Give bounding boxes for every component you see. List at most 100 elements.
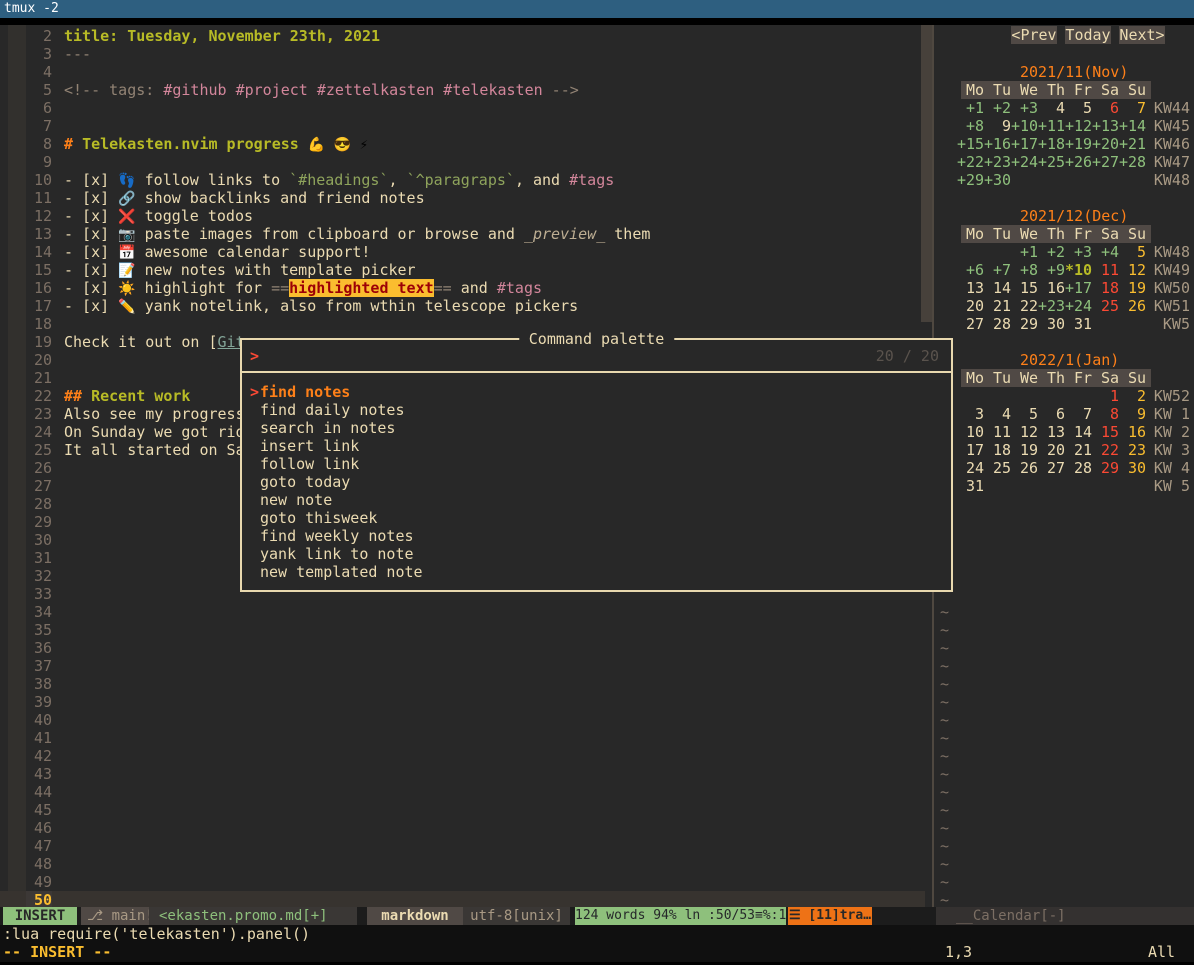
editor-line[interactable]: 45 <box>0 801 925 819</box>
calendar-day[interactable]: 10 <box>957 423 984 441</box>
calendar-day[interactable]: 31 <box>1065 315 1092 333</box>
calendar-day[interactable]: +18 <box>1038 135 1065 153</box>
calendar-day[interactable]: 30 <box>1038 315 1065 333</box>
calendar-prev-button[interactable]: <Prev <box>1011 26 1057 44</box>
editor-line[interactable]: 49 <box>0 873 925 891</box>
calendar-day[interactable]: 8 <box>1092 405 1119 423</box>
calendar-day[interactable]: 5 <box>1065 99 1092 117</box>
calendar-day[interactable]: +16 <box>984 135 1011 153</box>
calendar-day[interactable]: +17 <box>1011 135 1038 153</box>
calendar-day[interactable]: 16 <box>1038 279 1065 297</box>
calendar-day[interactable]: 29 <box>1092 459 1119 477</box>
calendar-day[interactable]: 25 <box>984 459 1011 477</box>
calendar-day[interactable]: 15 <box>1011 279 1038 297</box>
editor-line[interactable]: 35 <box>0 621 925 639</box>
calendar-day[interactable]: 11 <box>984 423 1011 441</box>
calendar-day[interactable]: +3 <box>1011 99 1038 117</box>
palette-prompt[interactable]: > 20 / 20 <box>242 340 951 373</box>
calendar-day[interactable]: +10 <box>1011 117 1038 135</box>
editor-line[interactable]: 47 <box>0 837 925 855</box>
calendar-day[interactable]: +8 <box>1011 261 1038 279</box>
calendar-next-button[interactable]: Next> <box>1119 26 1165 44</box>
calendar-today-button[interactable]: Today <box>1065 26 1111 44</box>
calendar-day[interactable]: +19 <box>1065 135 1092 153</box>
calendar-day[interactable]: +11 <box>1038 117 1065 135</box>
calendar-day[interactable]: 3 <box>957 405 984 423</box>
calendar-day[interactable]: +9 <box>1038 261 1065 279</box>
editor-line[interactable]: 40 <box>0 711 925 729</box>
calendar-day[interactable]: 5 <box>1011 405 1038 423</box>
calendar-day[interactable]: +6 <box>957 261 984 279</box>
calendar-day[interactable]: 31 <box>957 477 984 495</box>
calendar-day[interactable]: 21 <box>1065 441 1092 459</box>
calendar-day[interactable]: +26 <box>1065 153 1092 171</box>
calendar-day[interactable]: +30 <box>984 171 1011 189</box>
calendar-day[interactable]: +1 <box>1011 243 1038 261</box>
calendar-day[interactable]: +15 <box>957 135 984 153</box>
calendar-day[interactable]: +23 <box>984 153 1011 171</box>
editor-line[interactable]: 7 <box>0 117 925 135</box>
calendar-day[interactable]: 14 <box>984 279 1011 297</box>
calendar-day[interactable]: +24 <box>1011 153 1038 171</box>
calendar-day[interactable]: 4 <box>984 405 1011 423</box>
editor-line[interactable]: 42 <box>0 747 925 765</box>
calendar-day[interactable]: 13 <box>1038 423 1065 441</box>
calendar-day[interactable]: +23 <box>1038 297 1065 315</box>
calendar-day[interactable]: 20 <box>957 297 984 315</box>
calendar-day[interactable]: 28 <box>1065 459 1092 477</box>
editor-line[interactable]: 41 <box>0 729 925 747</box>
calendar-day[interactable]: 15 <box>1092 423 1119 441</box>
calendar-day[interactable]: +13 <box>1092 117 1119 135</box>
editor-line[interactable]: 3--- <box>0 45 925 63</box>
calendar-day[interactable]: 28 <box>984 315 1011 333</box>
palette-item[interactable]: insert link <box>242 437 951 455</box>
calendar-day[interactable]: +8 <box>957 117 984 135</box>
calendar-day[interactable]: +27 <box>1092 153 1119 171</box>
palette-item[interactable]: new templated note <box>242 563 951 581</box>
palette-item[interactable]: >find notes <box>242 383 951 401</box>
palette-item[interactable]: goto today <box>242 473 951 491</box>
calendar-day[interactable]: 27 <box>957 315 984 333</box>
editor-line[interactable]: 12- [x] ❌ toggle todos <box>0 207 925 225</box>
editor-line[interactable]: 2title: Tuesday, November 23th, 2021 <box>0 27 925 45</box>
calendar-day[interactable]: 13 <box>957 279 984 297</box>
calendar-day[interactable]: 27 <box>1038 459 1065 477</box>
calendar-day[interactable]: 7 <box>1065 405 1092 423</box>
calendar-day[interactable]: +4 <box>1092 243 1119 261</box>
calendar-day[interactable]: +25 <box>1038 153 1065 171</box>
calendar-day[interactable]: 25 <box>1092 297 1119 315</box>
editor-line[interactable]: 18 <box>0 315 925 333</box>
palette-item[interactable]: yank link to note <box>242 545 951 563</box>
palette-item[interactable]: goto thisweek <box>242 509 951 527</box>
calendar-day[interactable]: +22 <box>957 153 984 171</box>
editor-line[interactable]: 48 <box>0 855 925 873</box>
calendar-day[interactable]: 26 <box>1011 459 1038 477</box>
calendar-day[interactable]: 22 <box>1092 441 1119 459</box>
editor-line[interactable]: 15- [x] 📝 new notes with template picker <box>0 261 925 279</box>
editor-line[interactable]: 38 <box>0 675 925 693</box>
palette-item[interactable]: new note <box>242 491 951 509</box>
editor-line[interactable]: 4 <box>0 63 925 81</box>
editor-line[interactable]: 10- [x] 👣 follow links to `#headings`, `… <box>0 171 925 189</box>
calendar-day[interactable]: +2 <box>984 99 1011 117</box>
editor-line[interactable]: 37 <box>0 657 925 675</box>
calendar-day[interactable]: +2 <box>1038 243 1065 261</box>
editor-line[interactable]: 17- [x] ✏️ yank notelink, also from wthi… <box>0 297 925 315</box>
editor-line[interactable]: 13- [x] 📷 paste images from clipboard or… <box>0 225 925 243</box>
editor-line[interactable]: 11- [x] 🔗 show backlinks and friend note… <box>0 189 925 207</box>
editor-line[interactable]: 14- [x] 📅 awesome calendar support! <box>0 243 925 261</box>
palette-item[interactable]: find weekly notes <box>242 527 951 545</box>
editor-line[interactable]: 39 <box>0 693 925 711</box>
palette-item[interactable]: search in notes <box>242 419 951 437</box>
editor-line[interactable]: 8# Telekasten.nvim progress 💪 😎 ⚡ <box>0 135 925 153</box>
calendar-day[interactable]: 17 <box>957 441 984 459</box>
editor-line[interactable]: 44 <box>0 783 925 801</box>
editor-line[interactable]: 6 <box>0 99 925 117</box>
calendar-day[interactable]: 29 <box>1011 315 1038 333</box>
calendar-day[interactable]: 1 <box>1092 387 1119 405</box>
editor-line[interactable]: 5<!-- tags: #github #project #zettelkast… <box>0 81 925 99</box>
calendar-day[interactable]: 24 <box>957 459 984 477</box>
calendar-day[interactable]: +29 <box>957 171 984 189</box>
editor-line[interactable]: 9 <box>0 153 925 171</box>
calendar-day[interactable]: +24 <box>1065 297 1092 315</box>
